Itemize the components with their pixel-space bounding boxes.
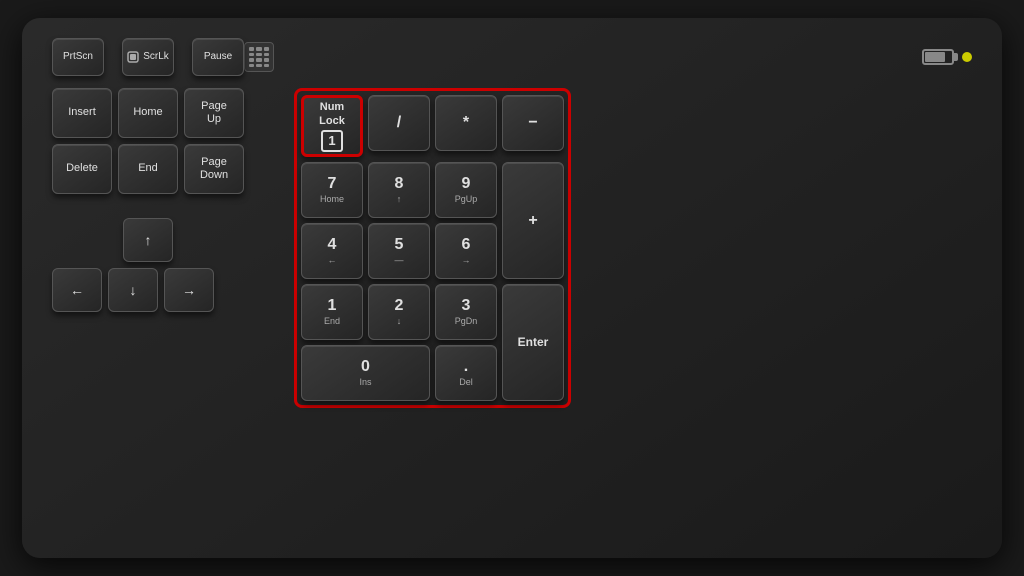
delete-key[interactable]: Delete [52,144,112,194]
numpad-5-key[interactable]: 5 — [368,223,430,279]
nav-cluster: Insert Home PageUp Delete End [52,88,244,194]
numpad-1-key[interactable]: 1 End [301,284,363,340]
main-area: Insert Home PageUp Delete End [52,88,972,408]
top-right-icons [922,49,972,65]
arrow-down-key[interactable]: ↓ [108,268,158,312]
scrlk-icon [127,51,139,63]
numpad-2-key[interactable]: 2 ↓ [368,284,430,340]
keyboard: PrtScn ScrLk Pause [22,18,1002,558]
calc-button-area [244,42,274,72]
pause-key[interactable]: Pause [192,38,244,76]
numpad-wrapper: NumLock 1 / * − [301,95,564,401]
indicator-dot [962,52,972,62]
prtscn-key[interactable]: PrtScn [52,38,104,76]
numpad-4-key[interactable]: 4 ← [301,223,363,279]
numpad-top-row: NumLock 1 / * − [301,95,564,157]
pageup-key[interactable]: PageUp [184,88,244,138]
arrow-up-key[interactable]: ↑ [123,218,173,262]
numpad-plus-key[interactable]: + [502,162,564,279]
battery-icon [922,49,954,65]
numlock-key[interactable]: NumLock 1 [301,95,363,157]
numpad-6-key[interactable]: 6 → [435,223,497,279]
numpad-8-key[interactable]: 8 ↑ [368,162,430,218]
arrow-right-key[interactable]: → [164,268,214,312]
numpad-0-key[interactable]: 0 Ins [301,345,430,401]
nav-row-2: Delete End PageDown [52,144,244,194]
insert-key[interactable]: Insert [52,88,112,138]
top-left-keys: PrtScn ScrLk Pause [52,38,244,76]
numpad-3-key[interactable]: 3 PgDn [435,284,497,340]
top-row: PrtScn ScrLk Pause [52,38,972,76]
arrow-section: ↑ ← ↓ → [52,212,244,312]
numpad-main-grid: 7 Home 8 ↑ 9 PgUp + [301,162,564,401]
home-key[interactable]: Home [118,88,178,138]
numpad-enter-key[interactable]: Enter [502,284,564,401]
scrlk-key[interactable]: ScrLk [122,38,174,76]
arrow-left-key[interactable]: ← [52,268,102,312]
nav-row-1: Insert Home PageUp [52,88,244,138]
pagedown-key[interactable]: PageDown [184,144,244,194]
arrow-row-lr: ← ↓ → [52,268,244,312]
numlock-icon: 1 [321,130,343,152]
numpad-minus-key[interactable]: − [502,95,564,151]
battery-fill [925,52,945,62]
numpad-divide-key[interactable]: / [368,95,430,151]
left-section: Insert Home PageUp Delete End [52,88,244,408]
numpad-dot-key[interactable]: . Del [435,345,497,401]
end-key[interactable]: End [118,144,178,194]
numpad-9-key[interactable]: 9 PgUp [435,162,497,218]
numpad-section: NumLock 1 / * − [294,88,571,408]
numpad-7-key[interactable]: 7 Home [301,162,363,218]
arrow-row-up: ↑ [52,218,244,262]
numpad-multiply-key[interactable]: * [435,95,497,151]
numpad-red-outline: NumLock 1 / * − [294,88,571,408]
calc-icon[interactable] [244,42,274,72]
